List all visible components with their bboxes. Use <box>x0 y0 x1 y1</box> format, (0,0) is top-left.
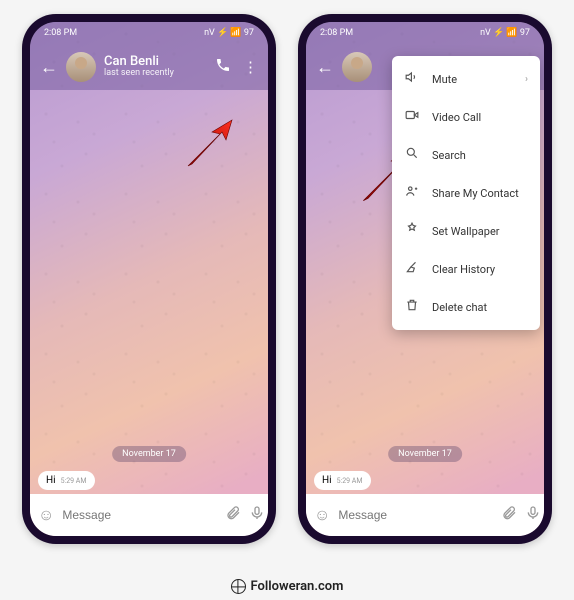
menu-item-share-contact[interactable]: Share My Contact <box>392 174 540 212</box>
menu-label: Mute <box>432 73 457 86</box>
chat-header: ← Can Benli last seen recently ⋮ <box>30 44 268 90</box>
menu-label: Clear History <box>432 263 495 276</box>
broom-icon <box>404 260 420 278</box>
footer-text: Followeran.com <box>251 579 344 594</box>
incoming-message[interactable]: Hi 5:29 AM <box>38 471 95 490</box>
status-indicators: nV ⚡ 📶 97 <box>480 28 530 38</box>
status-time: 2:08 PM <box>44 28 77 38</box>
status-bar: 2:08 PM nV ⚡ 📶 97 <box>30 22 268 44</box>
chevron-right-icon: › <box>525 74 528 85</box>
message-time: 5:29 AM <box>61 477 87 485</box>
message-input[interactable] <box>338 508 493 522</box>
sticker-icon[interactable]: ☺ <box>38 505 54 525</box>
sticker-icon[interactable]: ☺ <box>314 505 330 525</box>
back-icon[interactable]: ← <box>316 57 334 78</box>
globe-icon <box>231 579 246 594</box>
attach-icon[interactable] <box>225 505 241 525</box>
status-time: 2:08 PM <box>320 28 353 38</box>
chat-body[interactable]: November 17 Hi 5:29 AM <box>30 90 268 494</box>
status-bar: 2:08 PM nV ⚡ 📶 97 <box>306 22 544 44</box>
call-icon[interactable] <box>215 57 231 77</box>
phone-left: 2:08 PM nV ⚡ 📶 97 ← Can Benli last seen … <box>22 14 276 544</box>
contact-status: last seen recently <box>104 69 215 79</box>
attach-icon[interactable] <box>501 505 517 525</box>
mic-icon[interactable] <box>249 505 265 525</box>
status-indicators: nV ⚡ 📶 97 <box>204 28 254 38</box>
contact-name: Can Benli <box>104 55 215 69</box>
message-input[interactable] <box>62 508 217 522</box>
menu-item-delete-chat[interactable]: Delete chat <box>392 288 540 326</box>
mute-icon <box>404 70 420 88</box>
date-label: November 17 <box>388 446 462 462</box>
menu-item-wallpaper[interactable]: Set Wallpaper <box>392 212 540 250</box>
avatar[interactable] <box>66 52 96 82</box>
message-input-bar: ☺ <box>306 494 544 536</box>
incoming-message[interactable]: Hi 5:29 AM <box>314 471 371 490</box>
back-icon[interactable]: ← <box>40 57 58 78</box>
menu-label: Video Call <box>432 111 481 124</box>
menu-label: Delete chat <box>432 301 487 314</box>
menu-label: Set Wallpaper <box>432 225 500 238</box>
menu-item-search[interactable]: Search <box>392 136 540 174</box>
menu-label: Search <box>432 149 466 162</box>
menu-item-video-call[interactable]: Video Call <box>392 98 540 136</box>
trash-icon <box>404 298 420 316</box>
footer-credit: Followeran.com <box>0 579 574 594</box>
avatar[interactable] <box>342 52 372 82</box>
date-label: November 17 <box>112 446 186 462</box>
message-text: Hi <box>322 475 332 486</box>
mic-icon[interactable] <box>525 505 541 525</box>
share-contact-icon <box>404 184 420 202</box>
search-icon <box>404 146 420 164</box>
video-icon <box>404 108 420 126</box>
message-time: 5:29 AM <box>337 477 363 485</box>
phone-right: 2:08 PM nV ⚡ 📶 97 ← ⋮ November 17 Hi 5:2… <box>298 14 552 544</box>
menu-item-clear-history[interactable]: Clear History <box>392 250 540 288</box>
wallpaper-icon <box>404 222 420 240</box>
message-input-bar: ☺ <box>30 494 268 536</box>
more-icon[interactable]: ⋮ <box>243 58 258 76</box>
menu-item-mute[interactable]: Mute › <box>392 60 540 98</box>
message-text: Hi <box>46 475 56 486</box>
contact-info[interactable]: Can Benli last seen recently <box>104 55 215 79</box>
menu-label: Share My Contact <box>432 187 519 200</box>
options-menu: Mute › Video Call Search Share My Contac… <box>392 56 540 330</box>
